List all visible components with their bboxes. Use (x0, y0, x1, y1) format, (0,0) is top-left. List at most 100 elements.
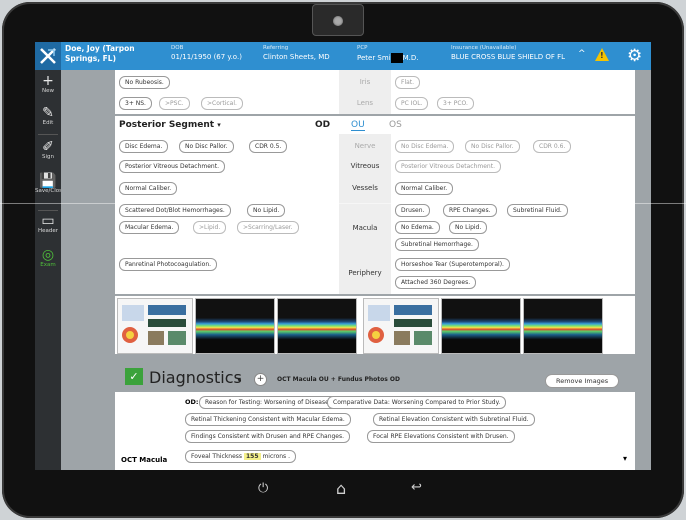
collapse-header-icon[interactable]: ^ (578, 49, 586, 59)
fundus-report-graphic (122, 305, 186, 345)
oct-macula-label: OCT Macula (121, 456, 168, 464)
diagnostic-pill[interactable]: Comparative Data: Worsening Compared to … (327, 396, 507, 409)
camera-icon (333, 16, 343, 26)
od-no-lipid-pill[interactable]: No Lipid. (247, 204, 286, 217)
diagnostic-pill[interactable]: Findings Consistent with Drusen and RPE … (185, 430, 351, 443)
foveal-thickness-pill[interactable]: Foveal Thickness 155 microns . (185, 450, 296, 463)
os-pciol-pill[interactable]: PC IOL. (395, 97, 429, 110)
left-toolbar: + New ✎ Edit ✐ Sign 💾 Save/Close ▭ Heade… (35, 70, 65, 470)
insurance-label: Insurance (Unavailable) (451, 45, 517, 51)
od-scattered-hemorrhages-pill[interactable]: Scattered Dot/Blot Hemorrhages. (119, 204, 231, 217)
sidebar-item-edit[interactable]: ✎ Edit (35, 106, 61, 126)
sidebar-item-label: New (42, 88, 54, 94)
sidebar-item-sign[interactable]: ✐ Sign (35, 140, 61, 160)
home-icon[interactable]: ⌂ (336, 479, 346, 498)
label-column (339, 70, 391, 114)
tab-os[interactable]: OS (389, 120, 402, 130)
os-pco-pill[interactable]: 3+ PCO. (437, 97, 474, 110)
od-rubeosis-pill[interactable]: No Rubeosis. (119, 76, 170, 89)
vitreous-label: Vitreous (350, 162, 380, 170)
referring-field: Referring Clinton Sheets, MD (263, 44, 330, 62)
od-scarring-pill[interactable]: >Scarring/Laser. (237, 221, 299, 234)
os-cdr-pill[interactable]: CDR 0.6. (533, 140, 572, 153)
od-cdr-pill[interactable]: CDR 0.5. (249, 140, 288, 153)
camera-housing (312, 4, 364, 36)
sidebar-item-new[interactable]: + New (35, 74, 61, 94)
od-normal-caliber-pill[interactable]: Normal Caliber. (119, 182, 178, 195)
diagnostic-pill[interactable]: Focal RPE Elevations Consistent with Dru… (367, 430, 515, 443)
oct-scan-thumbnail-4[interactable] (523, 298, 603, 354)
monitor-icon: ▭ (41, 213, 55, 229)
fundus-report-thumbnail-os[interactable] (363, 298, 439, 354)
sidebar-item-label: Edit (42, 120, 54, 126)
od-prp-pill[interactable]: Panretinal Photocoagulation. (119, 258, 218, 271)
sidebar-item-header[interactable]: ▭ Header (35, 214, 61, 234)
redaction-box (390, 53, 403, 63)
oct-scan-thumbnail-3[interactable] (441, 298, 521, 354)
warning-icon[interactable]: ! (595, 48, 609, 61)
od-psc-pill[interactable]: >PSC. (159, 97, 190, 110)
diagnostics-title: Diagnostics (149, 368, 242, 387)
od-pvd-pill[interactable]: Posterior Vitreous Detachment. (119, 160, 225, 173)
patient-name[interactable]: Doe, Joy (Tarpon Springs, FL) (65, 44, 165, 64)
dob-value: 01/11/1950 (67 y.o.) (171, 53, 242, 61)
od-ns-pill[interactable]: 3+ NS. (119, 97, 152, 110)
tab-ou[interactable]: OU (351, 120, 365, 131)
app-screen: Doe, Joy (Tarpon Springs, FL) DOB 01/11/… (35, 42, 651, 470)
diagnostic-pill[interactable]: Retinal Thickening Consistent with Macul… (185, 413, 351, 426)
od-no-disc-pallor-pill[interactable]: No Disc Pallor. (179, 140, 234, 153)
lens-label: Lens (356, 99, 374, 107)
periphery-label: Periphery (348, 269, 382, 277)
diagnostic-pill[interactable]: Retinal Elevation Consistent with Subret… (373, 413, 535, 426)
oct-scan-thumbnail-1[interactable] (195, 298, 275, 354)
od-cortical-pill[interactable]: >Cortical. (201, 97, 243, 110)
os-no-lipid-pill[interactable]: No Lipid. (449, 221, 488, 234)
chevron-down-icon: ▾ (217, 121, 221, 129)
os-no-disc-pallor-pill[interactable]: No Disc Pallor. (465, 140, 520, 153)
od-disc-edema-pill[interactable]: Disc Edema. (119, 140, 169, 153)
sidebar-divider (38, 210, 58, 211)
sidebar-item-exam[interactable]: ◎ Exam (35, 248, 61, 268)
oct-scan-thumbnail-2[interactable] (277, 298, 357, 354)
foveal-thickness-value[interactable]: 155 (243, 453, 261, 460)
chevron-down-icon[interactable]: ▾ (237, 375, 241, 384)
os-no-edema-pill[interactable]: No Edema. (395, 221, 440, 234)
os-pvd-pill[interactable]: Posterior Vitreous Detachment. (395, 160, 501, 173)
os-no-disc-edema-pill[interactable]: No Disc Edema. (395, 140, 455, 153)
power-icon[interactable]: ⏻ (258, 481, 268, 496)
pen-icon: ✐ (42, 139, 54, 155)
tab-od[interactable]: OD (315, 120, 330, 130)
od-lipid-pill[interactable]: >Lipid. (193, 221, 227, 234)
save-icon: 💾 (39, 173, 57, 189)
pcp-value-left: Peter Smi (357, 54, 391, 62)
remove-images-button[interactable]: Remove Images (545, 374, 620, 388)
diagnostic-pill[interactable]: Reason for Testing: Worsening of Disease… (199, 396, 337, 409)
back-icon[interactable]: ↩ (411, 480, 422, 495)
diagnostics-tag: OCT Macula OU + Fundus Photos OD (277, 376, 400, 383)
os-rpe-changes-pill[interactable]: RPE Changes. (443, 204, 497, 217)
os-subretinal-hemorrhage-pill[interactable]: Subretinal Hemorrhage. (395, 238, 479, 251)
os-flat-pill[interactable]: Flat. (395, 76, 421, 89)
add-diagnostic-button[interactable]: + (254, 373, 267, 386)
diagnostics-check-icon[interactable]: ✓ (125, 368, 143, 385)
chevron-down-icon[interactable]: ▾ (623, 454, 627, 463)
fundus-report-thumbnail-od[interactable] (117, 298, 193, 354)
os-normal-caliber-pill[interactable]: Normal Caliber. (395, 182, 454, 195)
posterior-segment-panel: Posterior Segment ▾ OD OU OS Disc Edema.… (115, 116, 635, 294)
pcp-label: PCP (357, 45, 368, 51)
os-attached-360-pill[interactable]: Attached 360 Degrees. (395, 276, 477, 289)
sidebar-item-save-close[interactable]: 💾 Save/Close (35, 173, 65, 194)
os-horseshoe-tear-pill[interactable]: Horseshoe Tear (Superotemporal). (395, 258, 510, 271)
posterior-segment-title[interactable]: Posterior Segment ▾ (119, 120, 221, 130)
os-drusen-pill[interactable]: Drusen. (395, 204, 431, 217)
pcp-field: PCP Peter Smi M.D. (357, 44, 419, 63)
edit-icon: ✎ (42, 105, 54, 121)
od-macular-edema-pill[interactable]: Macular Edema. (119, 221, 180, 234)
vessels-label: Vessels (352, 184, 378, 192)
app-logo[interactable] (35, 42, 61, 70)
os-subretinal-fluid-pill[interactable]: Subretinal Fluid. (507, 204, 568, 217)
iris-label: Iris (359, 78, 371, 86)
plus-icon: + (42, 73, 54, 89)
gear-icon[interactable]: ⚙ (627, 47, 642, 65)
sidebar-item-label: Header (37, 228, 59, 234)
